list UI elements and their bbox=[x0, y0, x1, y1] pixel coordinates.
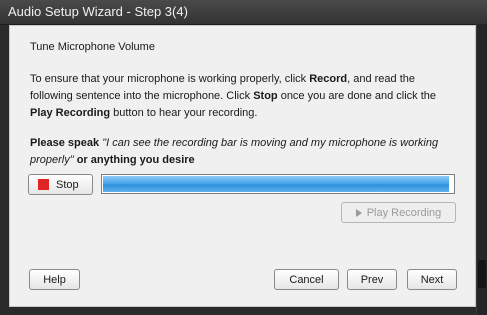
instructions-part-3: once you are done and click the bbox=[277, 90, 437, 102]
section-heading: Tune Microphone Volume bbox=[30, 41, 155, 53]
play-recording-button[interactable]: Play Recording bbox=[341, 202, 456, 223]
instructions-part-4: button to hear your recording. bbox=[110, 107, 258, 119]
instructions-text: To ensure that your microphone is workin… bbox=[30, 71, 455, 122]
prev-button[interactable]: Prev bbox=[347, 269, 397, 290]
wizard-panel: Tune Microphone Volume To ensure that yo… bbox=[9, 25, 476, 307]
record-keyword: Record bbox=[309, 73, 348, 85]
play-recording-keyword: Play Recording bbox=[30, 107, 111, 119]
speak-tail: or anything you desire bbox=[73, 154, 195, 166]
stop-button-label: Stop bbox=[56, 178, 79, 191]
play-icon bbox=[355, 208, 362, 217]
speak-lead: Please speak bbox=[30, 137, 100, 149]
speak-prompt: Please speak "I can see the recording ba… bbox=[30, 135, 460, 169]
stop-button[interactable]: Stop bbox=[28, 174, 93, 195]
play-recording-label: Play Recording bbox=[366, 206, 442, 219]
cancel-button[interactable]: Cancel bbox=[274, 269, 339, 290]
next-button[interactable]: Next bbox=[407, 269, 457, 290]
stop-keyword: Stop bbox=[253, 90, 278, 102]
stop-icon bbox=[38, 179, 49, 190]
help-button[interactable]: Help bbox=[29, 269, 80, 290]
scrollbar-thumb[interactable] bbox=[478, 260, 486, 288]
instructions-part-1: To ensure that your microphone is workin… bbox=[30, 73, 310, 85]
window-title: Audio Setup Wizard - Step 3(4) bbox=[8, 4, 188, 19]
side-scrollbar[interactable] bbox=[476, 24, 487, 315]
title-bar[interactable]: Audio Setup Wizard - Step 3(4) bbox=[0, 0, 487, 25]
recording-level-bar bbox=[101, 174, 455, 194]
audio-setup-wizard-window: Audio Setup Wizard - Step 3(4) Tune Micr… bbox=[0, 0, 487, 315]
recording-level-fill bbox=[103, 176, 450, 192]
